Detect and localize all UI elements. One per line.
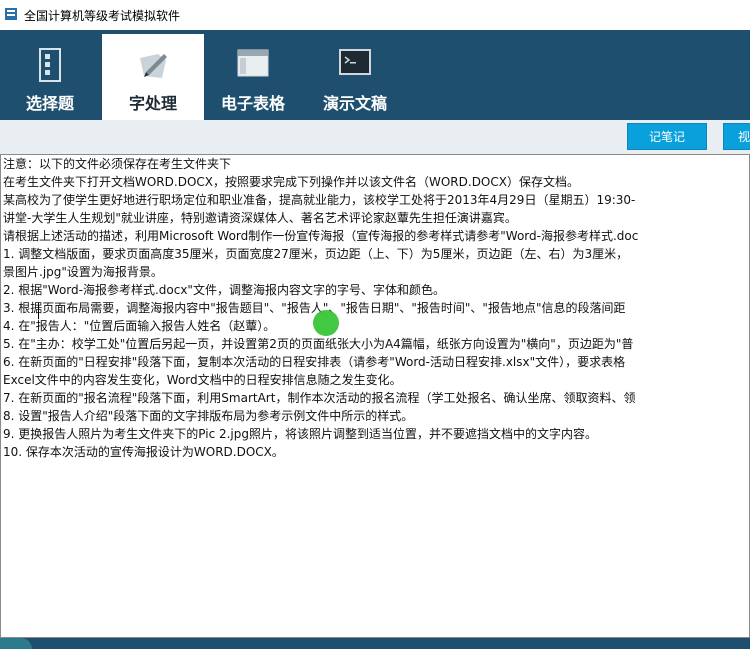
pen-edit-icon (140, 54, 167, 78)
view-button[interactable]: 视 (723, 123, 750, 150)
content-line: 某高校为了使学生更好地进行职场定位和职业准备，提高就业能力，该校学工处将于201… (3, 193, 636, 207)
tab-label: 选择题 (25, 94, 74, 113)
spreadsheet-window-icon (237, 49, 269, 77)
tab-label: 字处理 (128, 94, 177, 113)
content-line: 7. 在新页面的"报名流程"段落下面，利用SmartArt，制作本次活动的报名流… (3, 391, 636, 405)
content-line: Excel文件中的内容发生变化，Word文档中的日程安排信息随之发生变化。 (3, 373, 402, 387)
tab-presentation[interactable]: 演示文稿 (304, 34, 406, 120)
content-line: 9. 更换报告人照片为考生文件夹下的Pic 2.jpg照片，将该照片调整到适当位… (3, 427, 598, 441)
title-bar: 全国计算机等级考试模拟软件 (0, 0, 750, 30)
content-line: 3. 根据页面布局需要，调整海报内容中"报告题目"、"报告人"、"报告日期"、"… (3, 301, 626, 315)
question-text-panel[interactable]: 注意：以下的文件必须保存在考生文件夹下 在考生文件夹下打开文档WORD.DOCX… (0, 154, 750, 638)
terminal-window-icon (339, 49, 371, 75)
take-notes-button[interactable]: 记笔记 (627, 123, 707, 150)
window-title: 全国计算机等级考试模拟软件 (24, 9, 181, 23)
content-line: 5. 在"主办：校学工处"位置后另起一页，并设置第2页的页面纸张大小为A4篇幅，… (3, 337, 634, 351)
text-caret (38, 303, 39, 319)
tab-choice-questions[interactable]: 选择题 (0, 34, 100, 120)
content-line: 请根据上述活动的描述，利用Microsoft Word制作一份宣传海报（宣传海报… (3, 229, 639, 243)
content-line: 4. 在"报告人："位置后面输入报告人姓名（赵蕈）。 (3, 319, 276, 333)
status-indicator (0, 638, 32, 649)
content-line: 1. 调整文档版面，要求页面高度35厘米，页面宽度27厘米，页边距（上、下）为5… (3, 247, 629, 261)
tab-spreadsheet[interactable]: 电子表格 (204, 34, 302, 120)
content-line: 8. 设置"报告人介绍"段落下面的文字排版布局为参考示例文件中所示的样式。 (3, 409, 414, 423)
content-line: 10. 保存本次活动的宣传海报设计为WORD.DOCX。 (3, 445, 284, 459)
toolbar: 记笔记 视 (0, 120, 750, 155)
document-list-icon (39, 48, 61, 82)
content-line: 讲堂-大学生人生规划"就业讲座，特别邀请资深媒体人、著名艺术评论家赵蕈先生担任演… (3, 211, 517, 225)
app-icon (5, 8, 17, 20)
mouse-cursor-highlight (313, 310, 339, 336)
content-line: 在考生文件夹下打开文档WORD.DOCX，按照要求完成下列操作并以该文件名（WO… (3, 175, 579, 189)
content-line: 2. 根据"Word-海报参考样式.docx"文件，调整海报内容文字的字号、字体… (3, 283, 445, 297)
content-line: 注意：以下的文件必须保存在考生文件夹下 (3, 157, 232, 171)
content-line: 景图片.jpg"设置为海报背景。 (3, 265, 163, 279)
tab-label: 演示文稿 (322, 94, 387, 113)
content-line: 6. 在新页面的"日程安排"段落下面，复制本次活动的日程安排表（请参考"Word… (3, 355, 626, 369)
tab-word-processing[interactable]: 字处理 (102, 34, 204, 120)
tab-label: 电子表格 (220, 94, 285, 113)
status-bar (0, 638, 750, 649)
category-nav: 选择题 字处理 电子表格 演示文稿 (0, 30, 750, 120)
